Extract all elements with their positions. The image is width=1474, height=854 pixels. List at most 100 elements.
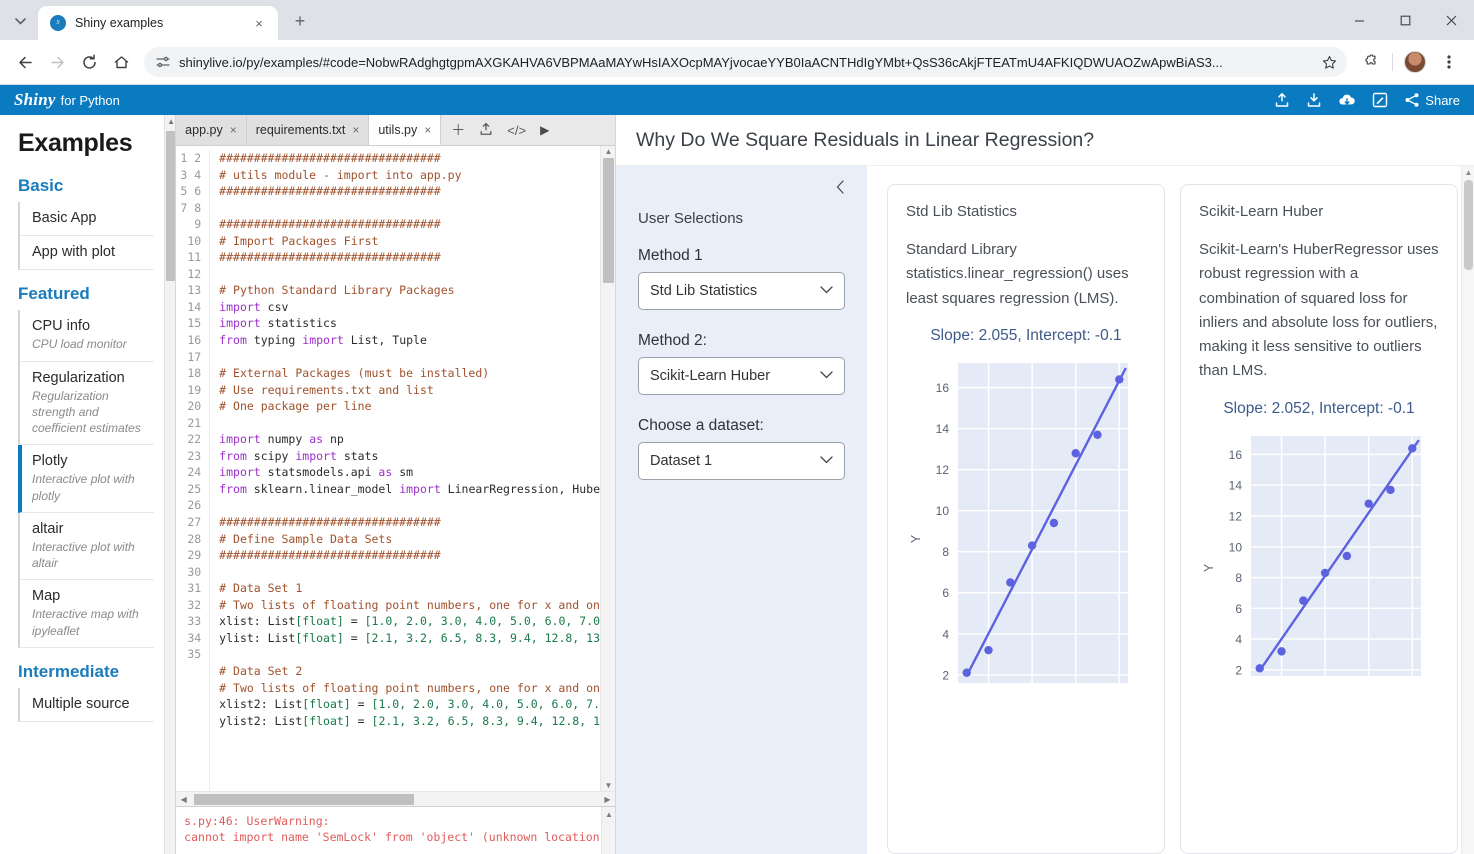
scrollbar-thumb[interactable] [194, 794, 415, 805]
svg-text:12: 12 [1229, 509, 1243, 523]
code-area[interactable]: 1 2 3 4 5 6 7 8 9 10 11 12 13 14 15 16 1… [176, 146, 600, 791]
toggle-code-button[interactable]: </> [507, 123, 526, 138]
regression-scatter-plot[interactable]: 2 4 6 8 10 12 14 16 Y [906, 353, 1146, 683]
editor-tab-bar: app.py × requirements.txt × utils.py × ＋ [176, 115, 615, 146]
kebab-menu-icon[interactable] [1434, 47, 1464, 77]
method-2-value: Scikit-Learn Huber [650, 368, 771, 384]
browser-tab[interactable]: S Shiny examples × [38, 6, 278, 40]
sidebar-item-basic-app[interactable]: Basic App [18, 202, 154, 237]
card-scikit-learn-huber: Scikit-Learn Huber Scikit-Learn's HuberR… [1180, 184, 1458, 854]
sidebar-item-desc: Regularization strength and coefficient … [32, 388, 141, 436]
editor-tab-utils-py[interactable]: utils.py × [369, 115, 442, 145]
editor-tab-label: utils.py [378, 122, 418, 137]
method-2-select[interactable]: Scikit-Learn Huber [638, 357, 845, 395]
console-scrollbar[interactable]: ▲ [601, 807, 615, 854]
scroll-up-icon[interactable]: ▲ [601, 147, 615, 156]
method-1-select[interactable]: Std Lib Statistics [638, 272, 845, 310]
app-title: Why Do We Square Residuals in Linear Reg… [636, 128, 1095, 151]
upload-icon[interactable] [1274, 92, 1290, 108]
run-button[interactable]: ▶ [540, 123, 549, 137]
editor-tab-label: requirements.txt [255, 123, 346, 137]
chevron-down-icon [820, 370, 833, 382]
svg-text:4: 4 [1235, 632, 1242, 646]
svg-text:2: 2 [942, 668, 949, 682]
puzzle-icon[interactable] [1355, 47, 1385, 77]
scroll-up-icon[interactable]: ▲ [1462, 168, 1474, 177]
sidebar-item-altair[interactable]: altair Interactive plot with altair [18, 512, 154, 581]
chart-huber[interactable]: 2 4 6 8 10 12 14 16 Y [1199, 426, 1439, 676]
new-tab-button[interactable]: + [286, 7, 314, 35]
sidebar-item-desc: CPU load monitor [32, 337, 127, 352]
close-icon[interactable]: × [230, 123, 237, 137]
sidebar-item-label: Plotly [32, 453, 68, 470]
sidebar-group-heading-intermediate: Intermediate [18, 661, 120, 681]
page-title: Examples [18, 129, 133, 157]
dataset-select[interactable]: Dataset 1 [638, 442, 845, 480]
toolbar-right [1355, 47, 1464, 77]
app-body: User Selections Method 1 Std Lib Statist… [616, 166, 1474, 854]
app-sidebar: User Selections Method 1 Std Lib Statist… [616, 166, 867, 854]
sidebar-item-map[interactable]: Map Interactive map with ipyleaflet [18, 580, 154, 648]
scrollbar-thumb[interactable] [603, 158, 614, 283]
share-icon[interactable]: Share [1404, 92, 1460, 108]
svg-text:4: 4 [942, 627, 949, 641]
sidebar-item-plotly[interactable]: Plotly Interactive plot with plotly [18, 445, 154, 513]
scrollbar-thumb[interactable] [1464, 180, 1473, 270]
code-lines[interactable]: ################################ # utils… [210, 150, 600, 791]
scroll-up-icon[interactable]: ▲ [602, 810, 615, 819]
sidebar-item-multiple-source[interactable]: Multiple source [18, 687, 154, 722]
scroll-left-icon[interactable]: ◀ [176, 792, 191, 807]
card-stat: Slope: 2.055, Intercept: -0.1 [930, 326, 1122, 344]
browser-toolbar: shinylive.io/py/examples/#code=NobwRAdgh… [0, 40, 1474, 85]
forward-icon[interactable] [42, 47, 72, 77]
scroll-down-icon[interactable]: ▼ [601, 781, 615, 790]
tune-icon[interactable] [156, 55, 170, 69]
home-icon[interactable] [106, 47, 136, 77]
minimize-icon[interactable] [1336, 0, 1382, 40]
sidebar-item-cpu-info[interactable]: CPU info CPU load monitor [18, 310, 154, 362]
upload-file-button[interactable] [479, 122, 493, 139]
app-scrollbar[interactable]: ▲ [1461, 166, 1474, 854]
svg-text:14: 14 [936, 422, 950, 436]
sidebar-item-label: altair [32, 520, 64, 537]
close-window-icon[interactable] [1428, 0, 1474, 40]
profile-avatar[interactable] [1400, 47, 1430, 77]
tab-search-chevron-down-icon[interactable] [6, 7, 34, 35]
editor-tab-app-py[interactable]: app.py × [176, 115, 247, 145]
maximize-icon[interactable] [1382, 0, 1428, 40]
scrollbar-thumb[interactable] [166, 131, 176, 281]
download-icon[interactable] [1306, 92, 1322, 108]
sidebar-item-regularization[interactable]: Regularization Regularization strength a… [18, 361, 154, 446]
star-icon[interactable] [1322, 55, 1337, 70]
share-label: Share [1425, 92, 1460, 108]
window-controls [1336, 0, 1474, 40]
shiny-header-tools: Share [1274, 92, 1460, 108]
svg-text:Y: Y [1202, 563, 1216, 572]
close-icon[interactable]: × [250, 14, 268, 32]
add-file-button[interactable]: ＋ [451, 120, 465, 140]
scroll-right-icon[interactable]: ▶ [600, 792, 615, 807]
regression-scatter-plot[interactable]: 2 4 6 8 10 12 14 16 Y [1199, 426, 1439, 676]
reload-icon[interactable] [74, 47, 104, 77]
chevron-left-icon[interactable] [836, 180, 845, 197]
cloud-download-icon[interactable] [1338, 92, 1356, 108]
sidebar-item-label: CPU info [32, 318, 91, 335]
sidebar-item-app-with-plot[interactable]: App with plot [18, 236, 154, 271]
editor-body[interactable]: 1 2 3 4 5 6 7 8 9 10 11 12 13 14 15 16 1… [176, 146, 615, 791]
close-icon[interactable]: × [424, 123, 431, 137]
editor-horizontal-scrollbar[interactable]: ◀ ▶ [176, 791, 615, 806]
editor-tab-requirements-txt[interactable]: requirements.txt × [246, 115, 370, 145]
chart-std-lib[interactable]: 2 4 6 8 10 12 14 16 Y [906, 353, 1146, 683]
url-text[interactable]: shinylive.io/py/examples/#code=NobwRAdgh… [179, 55, 1313, 70]
card-title: Std Lib Statistics [906, 203, 1017, 220]
close-icon[interactable]: × [352, 123, 359, 137]
back-icon[interactable] [10, 47, 40, 77]
edit-icon[interactable] [1372, 92, 1388, 108]
svg-text:16: 16 [936, 381, 950, 395]
address-bar[interactable]: shinylive.io/py/examples/#code=NobwRAdgh… [144, 47, 1347, 77]
sidebar-scrollbar[interactable]: ▲ [164, 115, 176, 854]
card-description: Scikit-Learn's HuberRegressor uses robus… [1199, 241, 1439, 380]
tab-strip: S Shiny examples × + [0, 0, 1474, 40]
editor-vertical-scrollbar[interactable]: ▲ ▼ [600, 146, 615, 791]
scroll-up-icon[interactable]: ▲ [167, 117, 175, 126]
